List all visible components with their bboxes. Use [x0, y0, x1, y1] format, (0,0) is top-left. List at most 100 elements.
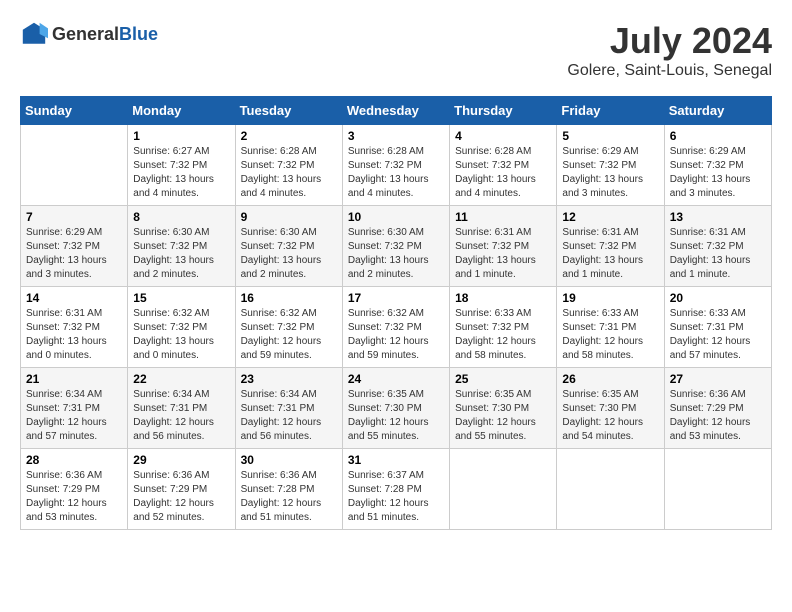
day-number: 6	[670, 129, 766, 143]
day-number: 26	[562, 372, 658, 386]
calendar-cell: 28 Sunrise: 6:36 AMSunset: 7:29 PMDayligh…	[21, 449, 128, 530]
calendar-cell: 2 Sunrise: 6:28 AMSunset: 7:32 PMDaylight…	[235, 125, 342, 206]
day-number: 11	[455, 210, 551, 224]
logo: GeneralBlue	[20, 20, 158, 48]
day-info: Sunrise: 6:36 AMSunset: 7:29 PMDaylight:…	[670, 388, 766, 444]
day-number: 18	[455, 291, 551, 305]
column-header-friday: Friday	[557, 97, 664, 125]
day-number: 2	[241, 129, 337, 143]
day-info: Sunrise: 6:32 AMSunset: 7:32 PMDaylight:…	[241, 307, 337, 363]
calendar-cell: 16 Sunrise: 6:32 AMSunset: 7:32 PMDayligh…	[235, 287, 342, 368]
calendar-cell: 14 Sunrise: 6:31 AMSunset: 7:32 PMDayligh…	[21, 287, 128, 368]
calendar-cell: 31 Sunrise: 6:37 AMSunset: 7:28 PMDayligh…	[342, 449, 449, 530]
day-info: Sunrise: 6:34 AMSunset: 7:31 PMDaylight:…	[133, 388, 229, 444]
day-info: Sunrise: 6:32 AMSunset: 7:32 PMDaylight:…	[348, 307, 444, 363]
day-info: Sunrise: 6:33 AMSunset: 7:32 PMDaylight:…	[455, 307, 551, 363]
day-number: 27	[670, 372, 766, 386]
day-number: 5	[562, 129, 658, 143]
calendar-cell: 22 Sunrise: 6:34 AMSunset: 7:31 PMDayligh…	[128, 368, 235, 449]
day-number: 7	[26, 210, 122, 224]
day-number: 21	[26, 372, 122, 386]
day-info: Sunrise: 6:30 AMSunset: 7:32 PMDaylight:…	[348, 226, 444, 282]
month-year-title: July 2024	[567, 20, 772, 62]
day-info: Sunrise: 6:31 AMSunset: 7:32 PMDaylight:…	[26, 307, 122, 363]
calendar-cell: 23 Sunrise: 6:34 AMSunset: 7:31 PMDayligh…	[235, 368, 342, 449]
day-info: Sunrise: 6:37 AMSunset: 7:28 PMDaylight:…	[348, 469, 444, 525]
calendar-cell	[21, 125, 128, 206]
day-number: 15	[133, 291, 229, 305]
day-number: 24	[348, 372, 444, 386]
calendar-cell: 6 Sunrise: 6:29 AMSunset: 7:32 PMDaylight…	[664, 125, 771, 206]
day-info: Sunrise: 6:30 AMSunset: 7:32 PMDaylight:…	[241, 226, 337, 282]
column-header-saturday: Saturday	[664, 97, 771, 125]
day-number: 30	[241, 453, 337, 467]
day-info: Sunrise: 6:33 AMSunset: 7:31 PMDaylight:…	[562, 307, 658, 363]
calendar-cell: 26Sunrise: 6:35 AMSunset: 7:30 PMDayligh…	[557, 368, 664, 449]
day-info: Sunrise: 6:31 AMSunset: 7:32 PMDaylight:…	[455, 226, 551, 282]
week-row-1: 1 Sunrise: 6:27 AMSunset: 7:32 PMDaylight…	[21, 125, 772, 206]
week-row-2: 7 Sunrise: 6:29 AMSunset: 7:32 PMDaylight…	[21, 206, 772, 287]
week-row-4: 21 Sunrise: 6:34 AMSunset: 7:31 PMDayligh…	[21, 368, 772, 449]
calendar-cell: 24 Sunrise: 6:35 AMSunset: 7:30 PMDayligh…	[342, 368, 449, 449]
column-header-wednesday: Wednesday	[342, 97, 449, 125]
week-row-3: 14 Sunrise: 6:31 AMSunset: 7:32 PMDayligh…	[21, 287, 772, 368]
calendar-cell: 17Sunrise: 6:32 AMSunset: 7:32 PMDayligh…	[342, 287, 449, 368]
day-number: 28	[26, 453, 122, 467]
day-number: 31	[348, 453, 444, 467]
calendar-body: 1 Sunrise: 6:27 AMSunset: 7:32 PMDaylight…	[21, 125, 772, 530]
calendar-cell: 8 Sunrise: 6:30 AMSunset: 7:32 PMDaylight…	[128, 206, 235, 287]
day-info: Sunrise: 6:35 AMSunset: 7:30 PMDaylight:…	[455, 388, 551, 444]
day-number: 4	[455, 129, 551, 143]
logo-icon	[20, 20, 48, 48]
day-number: 12	[562, 210, 658, 224]
header-row: SundayMondayTuesdayWednesdayThursdayFrid…	[21, 97, 772, 125]
day-info: Sunrise: 6:28 AMSunset: 7:32 PMDaylight:…	[241, 145, 337, 201]
calendar-cell: 1 Sunrise: 6:27 AMSunset: 7:32 PMDaylight…	[128, 125, 235, 206]
day-number: 10	[348, 210, 444, 224]
calendar-table: SundayMondayTuesdayWednesdayThursdayFrid…	[20, 96, 772, 530]
day-info: Sunrise: 6:34 AMSunset: 7:31 PMDaylight:…	[26, 388, 122, 444]
calendar-cell: 29Sunrise: 6:36 AMSunset: 7:29 PMDayligh…	[128, 449, 235, 530]
calendar-cell: 13Sunrise: 6:31 AMSunset: 7:32 PMDayligh…	[664, 206, 771, 287]
calendar-cell: 20 Sunrise: 6:33 AMSunset: 7:31 PMDayligh…	[664, 287, 771, 368]
calendar-cell: 30 Sunrise: 6:36 AMSunset: 7:28 PMDayligh…	[235, 449, 342, 530]
day-number: 13	[670, 210, 766, 224]
day-number: 1	[133, 129, 229, 143]
logo-general: General	[52, 24, 119, 44]
column-header-thursday: Thursday	[450, 97, 557, 125]
day-info: Sunrise: 6:29 AMSunset: 7:32 PMDaylight:…	[670, 145, 766, 201]
day-number: 19	[562, 291, 658, 305]
day-info: Sunrise: 6:34 AMSunset: 7:31 PMDaylight:…	[241, 388, 337, 444]
day-number: 16	[241, 291, 337, 305]
day-info: Sunrise: 6:29 AMSunset: 7:32 PMDaylight:…	[562, 145, 658, 201]
day-info: Sunrise: 6:33 AMSunset: 7:31 PMDaylight:…	[670, 307, 766, 363]
calendar-cell: 19 Sunrise: 6:33 AMSunset: 7:31 PMDayligh…	[557, 287, 664, 368]
column-header-monday: Monday	[128, 97, 235, 125]
column-header-tuesday: Tuesday	[235, 97, 342, 125]
calendar-cell	[664, 449, 771, 530]
day-info: Sunrise: 6:29 AMSunset: 7:32 PMDaylight:…	[26, 226, 122, 282]
day-info: Sunrise: 6:36 AMSunset: 7:28 PMDaylight:…	[241, 469, 337, 525]
day-number: 20	[670, 291, 766, 305]
day-number: 29	[133, 453, 229, 467]
day-number: 23	[241, 372, 337, 386]
calendar-cell: 5 Sunrise: 6:29 AMSunset: 7:32 PMDaylight…	[557, 125, 664, 206]
calendar-header: SundayMondayTuesdayWednesdayThursdayFrid…	[21, 97, 772, 125]
day-info: Sunrise: 6:36 AMSunset: 7:29 PMDaylight:…	[26, 469, 122, 525]
page-header: GeneralBlue July 2024 Golere, Saint-Loui…	[20, 20, 772, 80]
day-info: Sunrise: 6:30 AMSunset: 7:32 PMDaylight:…	[133, 226, 229, 282]
day-info: Sunrise: 6:28 AMSunset: 7:32 PMDaylight:…	[455, 145, 551, 201]
day-info: Sunrise: 6:27 AMSunset: 7:32 PMDaylight:…	[133, 145, 229, 201]
day-number: 9	[241, 210, 337, 224]
day-number: 14	[26, 291, 122, 305]
day-number: 22	[133, 372, 229, 386]
location-subtitle: Golere, Saint-Louis, Senegal	[567, 62, 772, 80]
day-number: 8	[133, 210, 229, 224]
day-info: Sunrise: 6:35 AMSunset: 7:30 PMDaylight:…	[348, 388, 444, 444]
day-number: 3	[348, 129, 444, 143]
calendar-cell: 12Sunrise: 6:31 AMSunset: 7:32 PMDayligh…	[557, 206, 664, 287]
day-number: 25	[455, 372, 551, 386]
title-block: July 2024 Golere, Saint-Louis, Senegal	[567, 20, 772, 80]
calendar-cell: 25 Sunrise: 6:35 AMSunset: 7:30 PMDayligh…	[450, 368, 557, 449]
calendar-cell: 27 Sunrise: 6:36 AMSunset: 7:29 PMDayligh…	[664, 368, 771, 449]
